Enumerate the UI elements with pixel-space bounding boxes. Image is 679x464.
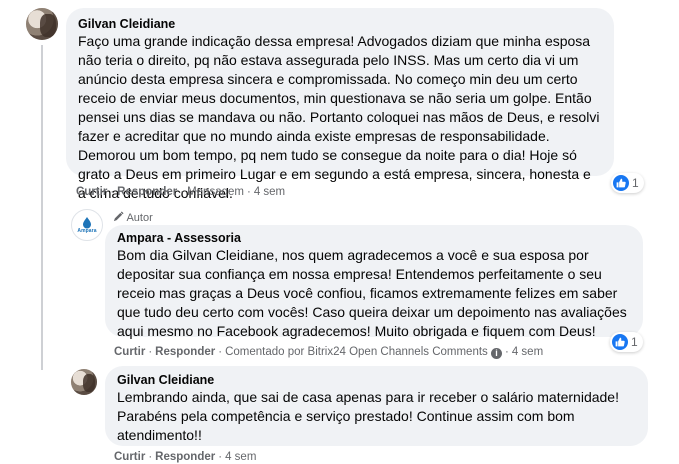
- reply-button[interactable]: Responder: [155, 346, 215, 358]
- comment-time[interactable]: 4 sem: [254, 186, 285, 198]
- comment-text: Bom dia Gilvan Cleidiane, nos quem agrad…: [117, 247, 627, 339]
- avatar[interactable]: [26, 8, 58, 40]
- comment-time[interactable]: 4 sem: [225, 451, 256, 463]
- thumbs-up-icon: [613, 175, 629, 191]
- comment-bubble: Gilvan Cleidiane Faço uma grande indicaç…: [66, 8, 614, 201]
- reaction-count: 1: [631, 335, 638, 349]
- comment-time[interactable]: 4 sem: [512, 346, 543, 358]
- reply-button[interactable]: Responder: [155, 451, 215, 463]
- thumbs-up-icon: [612, 334, 628, 350]
- comment-author[interactable]: Gilvan Cleidiane: [117, 372, 636, 388]
- like-button[interactable]: Curtir: [76, 186, 107, 198]
- info-icon[interactable]: i: [491, 348, 502, 359]
- reaction-badge[interactable]: 1: [610, 332, 643, 352]
- avatar[interactable]: [71, 369, 97, 395]
- comment-actions: Curtir · Responder · 4 sem: [114, 451, 257, 463]
- thread-line: [41, 220, 43, 370]
- logo-text: Ampara: [77, 228, 97, 234]
- commented-by: Comentado por Bitrix24 Open Channels Com…: [225, 346, 488, 358]
- reaction-badge[interactable]: 1: [611, 173, 644, 193]
- like-button[interactable]: Curtir: [114, 451, 145, 463]
- author-badge: Autor: [113, 211, 153, 225]
- comment-bubble: Ampara - Assessoria Bom dia Gilvan Cleid…: [105, 225, 643, 339]
- pencil-icon: [113, 211, 126, 224]
- comment-text: Faço uma grande indicação dessa empresa!…: [78, 33, 600, 201]
- comment-bubble: Gilvan Cleidiane Lembrando ainda, que sa…: [105, 366, 648, 446]
- author-badge-label: Autor: [126, 212, 153, 224]
- comment-author[interactable]: Gilvan Cleidiane: [78, 16, 602, 32]
- like-button[interactable]: Curtir: [114, 346, 145, 358]
- comment-actions: Curtir · Responder · Comentado por Bitrix24 …: [114, 346, 544, 359]
- thread-line: [41, 45, 43, 220]
- comment-type: Mensagem: [187, 186, 244, 198]
- comment-actions: Curtir · Responder · Mensagem · 4 sem: [76, 186, 286, 198]
- comment-author[interactable]: Ampara - Assessoria: [117, 230, 631, 246]
- page-avatar[interactable]: Ampara: [71, 209, 103, 241]
- reaction-count: 1: [632, 176, 639, 190]
- reply-button[interactable]: Responder: [117, 186, 177, 198]
- comment-text: Lembrando ainda, que sai de casa apenas …: [117, 389, 619, 443]
